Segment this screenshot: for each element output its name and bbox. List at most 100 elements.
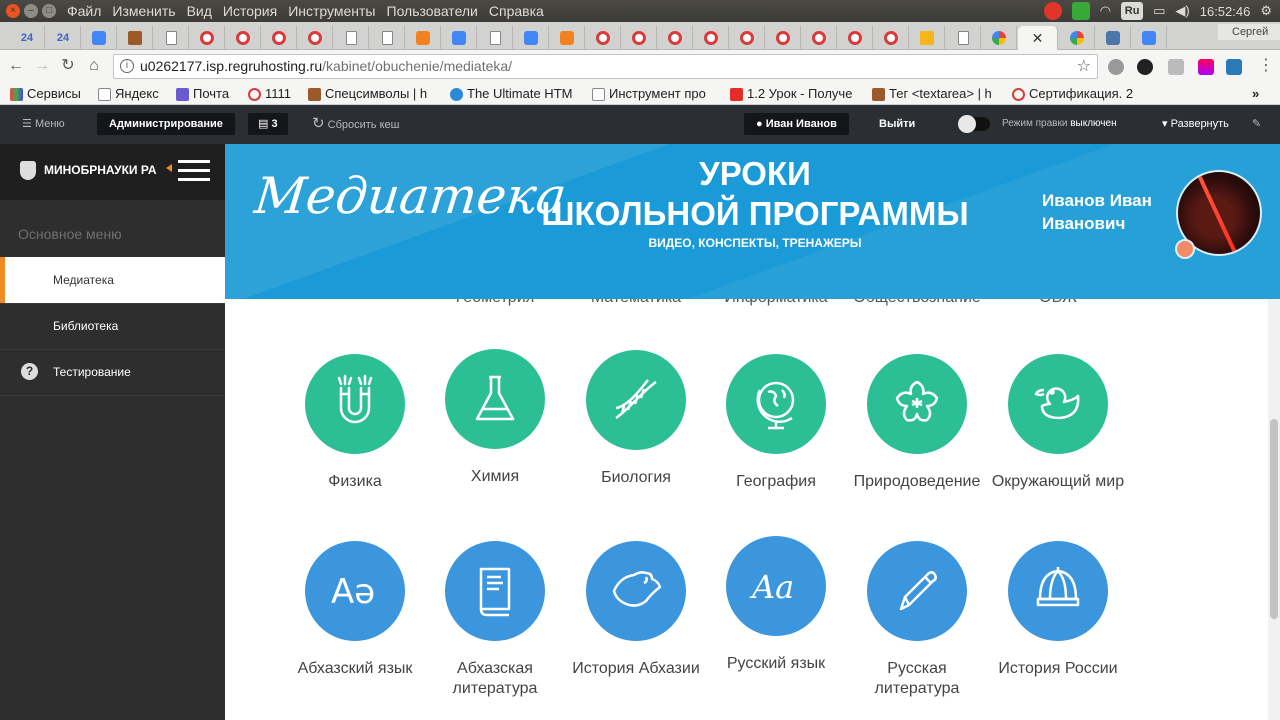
- pen-icon[interactable]: [867, 541, 967, 641]
- subject-card-russian-history[interactable]: История России: [988, 541, 1128, 679]
- settings-gear-icon[interactable]: ⚙: [1260, 3, 1272, 19]
- tab[interactable]: [658, 26, 693, 50]
- tab[interactable]: [154, 26, 189, 50]
- battery-icon[interactable]: ▭: [1153, 3, 1165, 19]
- subject-card-abkhaz-language[interactable]: Aə Абхазский язык: [285, 541, 425, 679]
- tab[interactable]: [874, 26, 909, 50]
- extension-icon[interactable]: [1137, 59, 1153, 75]
- volume-icon[interactable]: ◀): [1175, 3, 1189, 19]
- flower-icon[interactable]: [867, 354, 967, 454]
- tab[interactable]: [190, 26, 225, 50]
- reset-cache-button[interactable]: ↻ Сбросить кеш: [312, 113, 399, 135]
- record-icon[interactable]: [1043, 2, 1062, 20]
- dna-icon[interactable]: [586, 350, 686, 450]
- tab[interactable]: [838, 26, 873, 50]
- tab[interactable]: [982, 26, 1017, 50]
- window-minimize-button[interactable]: –: [24, 4, 38, 18]
- subject-label[interactable]: Абхазский язык: [285, 659, 425, 679]
- bookmark[interactable]: The Ultimate HTM: [450, 85, 580, 103]
- subject-card-chemistry[interactable]: Химия: [425, 349, 565, 487]
- tab[interactable]: [298, 26, 333, 50]
- tab[interactable]: [478, 26, 513, 50]
- tab[interactable]: [586, 26, 621, 50]
- sidebar-item-library[interactable]: Библиотека: [0, 303, 225, 349]
- extension-icon[interactable]: [1108, 59, 1124, 75]
- menu-file[interactable]: Файл: [67, 2, 101, 20]
- tab[interactable]: [370, 26, 405, 50]
- tab[interactable]: [1132, 26, 1167, 50]
- subject-card-biology[interactable]: Биология: [566, 350, 706, 488]
- subject-label-clipped[interactable]: Математика: [566, 299, 706, 307]
- site-info-icon[interactable]: i: [120, 59, 134, 73]
- tab[interactable]: 24: [46, 26, 81, 50]
- sidebar-item-mediateka[interactable]: Медиатека: [0, 257, 225, 303]
- profile-button[interactable]: Сергей: [1218, 24, 1280, 40]
- menu-users[interactable]: Пользователи: [387, 2, 478, 20]
- keyboard-layout-indicator[interactable]: Ru: [1121, 2, 1144, 20]
- logout-button[interactable]: Выйти: [879, 113, 915, 135]
- menu-tools[interactable]: Инструменты: [288, 2, 375, 20]
- administration-button[interactable]: Администрирование: [97, 113, 235, 135]
- subject-label-clipped[interactable]: Обществознание: [847, 299, 987, 307]
- bookmark[interactable]: Спецсимволы | h: [308, 85, 440, 103]
- tab[interactable]: [694, 26, 729, 50]
- tab[interactable]: [910, 26, 945, 50]
- extension-icon[interactable]: [1198, 59, 1214, 75]
- helmet-icon[interactable]: [1008, 541, 1108, 641]
- tab[interactable]: [442, 26, 477, 50]
- tab[interactable]: [802, 26, 837, 50]
- duck-icon[interactable]: [1008, 354, 1108, 454]
- script-letters-icon[interactable]: Aa: [726, 536, 826, 636]
- url-bar[interactable]: i u0262177.isp.regruhosting.ru/kabinet/o…: [113, 54, 1098, 79]
- map-icon[interactable]: [586, 541, 686, 641]
- bookmark[interactable]: Почта: [176, 85, 240, 103]
- menu-edit[interactable]: Изменить: [112, 2, 175, 20]
- subject-label[interactable]: Биология: [566, 468, 706, 488]
- tab[interactable]: [82, 26, 117, 50]
- book-icon[interactable]: [445, 541, 545, 641]
- pin-icon[interactable]: ✎: [1252, 113, 1261, 135]
- subject-label[interactable]: Русский язык: [706, 654, 846, 674]
- magnet-icon[interactable]: [305, 354, 405, 454]
- subject-label[interactable]: География: [706, 472, 846, 492]
- subject-card-russian-literature[interactable]: Русская литература: [847, 541, 987, 699]
- subject-label[interactable]: Окружающий мир: [988, 472, 1128, 492]
- back-icon[interactable]: ←: [6, 56, 26, 76]
- menu-view[interactable]: Вид: [187, 2, 212, 20]
- menu-history[interactable]: История: [223, 2, 277, 20]
- active-tab[interactable]: ✕: [1018, 26, 1058, 50]
- subject-label[interactable]: Химия: [425, 467, 565, 487]
- browser-menu-icon[interactable]: ⋮: [1256, 56, 1276, 76]
- subject-card-physics[interactable]: Физика: [285, 354, 425, 492]
- letters-icon[interactable]: Aə: [305, 541, 405, 641]
- home-icon[interactable]: ⌂: [84, 56, 104, 76]
- subject-label-clipped[interactable]: ОБЖ: [988, 299, 1128, 307]
- tab[interactable]: 24: [10, 26, 45, 50]
- collapse-arrow-icon[interactable]: [166, 164, 172, 172]
- window-maximize-button[interactable]: □: [42, 4, 56, 18]
- subject-label[interactable]: История России: [988, 659, 1128, 679]
- subject-label-clipped[interactable]: Геометрия: [425, 299, 565, 307]
- forward-icon[interactable]: →: [32, 56, 52, 76]
- expand-button[interactable]: ▾ Развернуть: [1162, 113, 1229, 135]
- tab[interactable]: [334, 26, 369, 50]
- close-tab-icon[interactable]: ✕: [1032, 30, 1044, 47]
- subject-label[interactable]: История Абхазии: [566, 659, 706, 679]
- menu-help[interactable]: Справка: [489, 2, 544, 20]
- subject-label-clipped[interactable]: Информатика: [706, 299, 846, 307]
- achievement-badge-icon[interactable]: [1175, 239, 1195, 259]
- tab[interactable]: [766, 26, 801, 50]
- bookmark-star-icon[interactable]: ☆: [1077, 55, 1091, 78]
- bookmark[interactable]: Инструмент про: [592, 85, 720, 103]
- more-bookmarks-icon[interactable]: »: [1252, 85, 1272, 103]
- reload-icon[interactable]: ↻: [58, 56, 78, 76]
- tab[interactable]: [622, 26, 657, 50]
- bookmark-apps[interactable]: Сервисы: [10, 85, 90, 103]
- hamburger-menu-icon[interactable]: [178, 160, 210, 182]
- extension-icon[interactable]: [1226, 59, 1242, 75]
- notifications-button[interactable]: ▤ 3: [248, 113, 288, 135]
- tab[interactable]: [730, 26, 765, 50]
- subject-card-abkhaz-history[interactable]: История Абхазии: [566, 541, 706, 679]
- tab[interactable]: [118, 26, 153, 50]
- extension-icon[interactable]: [1168, 59, 1184, 75]
